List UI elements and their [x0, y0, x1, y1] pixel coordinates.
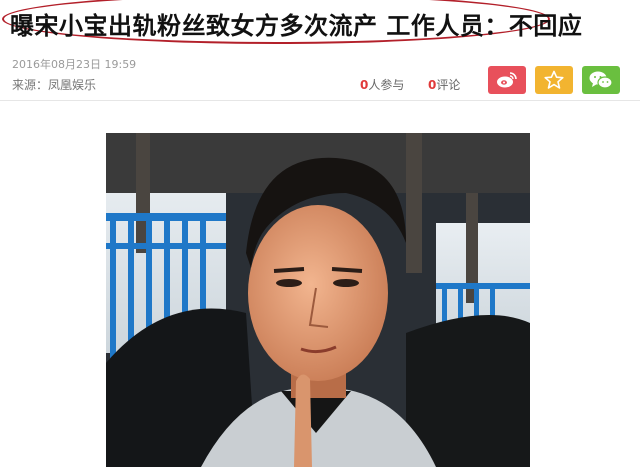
headline-area: 曝宋小宝出轨粉丝致女方多次流产 工作人员：不回应: [0, 0, 640, 48]
publish-date: 2016年08月23日 19:59: [12, 58, 137, 71]
comments-stat[interactable]: 0评论: [428, 76, 460, 93]
share-wechat-button[interactable]: [582, 66, 620, 94]
weibo-icon: [497, 72, 517, 88]
article-source: 来源：凤凰娱乐: [12, 78, 97, 92]
favorite-button[interactable]: [535, 66, 573, 94]
article-headline: 曝宋小宝出轨粉丝致女方多次流产 工作人员：不回应: [10, 12, 583, 40]
share-weibo-button[interactable]: [488, 66, 526, 94]
header-divider: [0, 100, 640, 101]
article-photo: [106, 133, 530, 467]
star-icon: [544, 70, 564, 89]
participants-label: 人参与: [368, 78, 405, 92]
participants-stat[interactable]: 0人参与: [360, 76, 404, 93]
selfie-image: [106, 133, 530, 467]
comments-label: 评论: [436, 78, 461, 92]
wechat-icon: [589, 71, 613, 89]
